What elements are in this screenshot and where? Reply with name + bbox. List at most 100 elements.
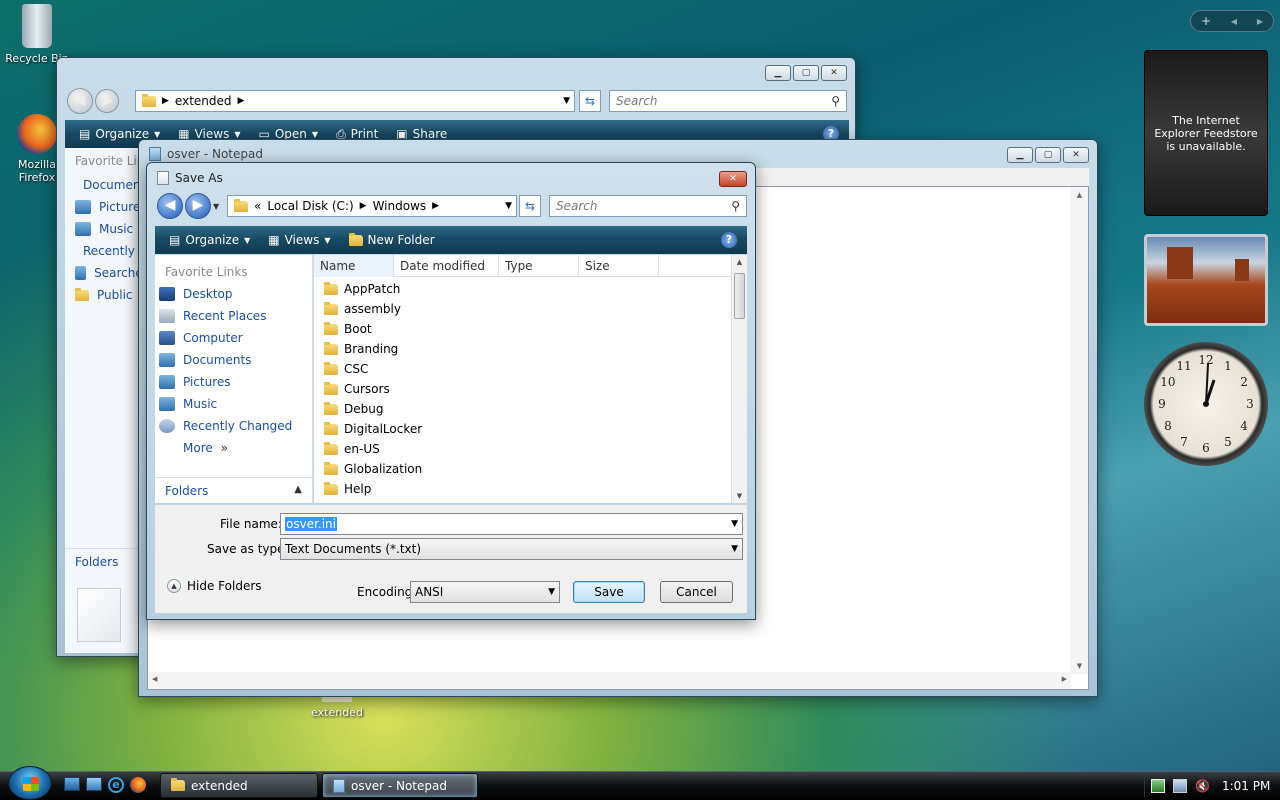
favorite-link-pictures[interactable]: Pictures [159, 371, 312, 393]
explorer-search-input[interactable]: Search ⚲ [609, 90, 847, 112]
minimize-button[interactable]: ▁ [1007, 147, 1033, 163]
maximize-button[interactable]: ▢ [1035, 147, 1061, 163]
clock-face: 12 12 3 45678 9 1011 [1158, 353, 1254, 455]
chevron-down-icon[interactable]: ▼ [731, 514, 738, 534]
column-header-date[interactable]: Date modified [394, 255, 499, 277]
list-item[interactable]: Debug [314, 399, 731, 419]
column-header-size[interactable]: Size [579, 255, 659, 277]
list-item[interactable]: Help [314, 479, 731, 499]
scroll-up-icon[interactable]: ▲ [1071, 187, 1088, 199]
favorite-link-recently-changed[interactable]: Recently Changed [159, 415, 312, 437]
save-button[interactable]: Save [573, 581, 645, 603]
organize-button[interactable]: ▤ Organize ▼ [163, 233, 256, 247]
explorer-address-bar[interactable]: ▶ extended ▶ ▼ [135, 90, 575, 112]
maximize-button[interactable]: ▢ [793, 65, 819, 81]
favorite-link-computer[interactable]: Computer [159, 327, 312, 349]
desktop-icon-recycle-bin[interactable]: Recycle Bin [2, 4, 72, 65]
hide-folders-button[interactable]: ▲ Hide Folders [167, 579, 262, 593]
cancel-button[interactable]: Cancel [660, 581, 733, 603]
vertical-scrollbar[interactable]: ▲ ▼ [1071, 187, 1088, 674]
save-as-type-select[interactable]: Text Documents (*.txt) ▼ [280, 538, 743, 560]
network-icon[interactable] [1173, 779, 1187, 793]
taskbar-item-extended[interactable]: extended [160, 773, 318, 798]
double-chevron-icon: » [220, 441, 229, 455]
scroll-left-icon[interactable]: ◀ [152, 675, 157, 683]
list-item[interactable]: en-US [314, 439, 731, 459]
close-button[interactable]: ✕ [1063, 147, 1089, 163]
internet-explorer-icon[interactable]: e [108, 777, 124, 793]
back-button[interactable]: ◀ [157, 193, 183, 219]
scroll-thumb[interactable] [734, 273, 745, 319]
folders-toggle[interactable]: Folders ▲ [155, 477, 312, 503]
scroll-up-icon[interactable]: ▲ [732, 255, 747, 266]
file-list-scrollbar[interactable]: ▲ ▼ [731, 255, 747, 503]
forward-button[interactable]: ▶ [95, 89, 119, 113]
refresh-button[interactable]: ⇆ [579, 90, 601, 112]
back-button[interactable]: ◀ [67, 88, 93, 114]
refresh-button[interactable]: ⇆ [519, 195, 541, 217]
dialog-search-input[interactable]: Search ⚲ [549, 195, 747, 217]
favorite-link-music[interactable]: Music [159, 393, 312, 415]
breadcrumb-disk[interactable]: Local Disk (C:) [267, 199, 353, 213]
pictures-icon [75, 200, 91, 214]
favorite-links-pane: Favorite Links Desktop Recent Places Com… [155, 255, 313, 503]
file-name-label: File name: [220, 517, 282, 531]
folder-icon [75, 287, 89, 301]
list-item[interactable]: assembly [314, 299, 731, 319]
taskbar-item-notepad[interactable]: osver - Notepad [322, 773, 478, 798]
slideshow-gadget[interactable] [1144, 234, 1268, 326]
dialog-address-bar[interactable]: « Local Disk (C:) ▶ Windows ▶ ▼ [227, 195, 517, 217]
forward-button[interactable]: ▶ [185, 193, 211, 219]
close-button[interactable]: ✕ [821, 65, 847, 81]
list-item[interactable]: Globalization [314, 459, 731, 479]
dialog-toolbar: ▤ Organize ▼ ▦ Views ▼ New Folder ? [155, 226, 747, 254]
next-icon[interactable]: ▶ [1257, 17, 1263, 26]
scroll-down-icon[interactable]: ▼ [1071, 662, 1088, 670]
switch-windows-icon[interactable] [86, 777, 102, 791]
scroll-right-icon[interactable]: ▶ [1062, 675, 1067, 683]
column-header-name[interactable]: Name [314, 255, 394, 277]
clock-gadget[interactable]: 12 1 2 3 4 5 6 7 8 9 10 11 [1144, 342, 1268, 466]
favorite-link-recent-places[interactable]: Recent Places [159, 305, 312, 327]
column-header-type[interactable]: Type [499, 255, 579, 277]
desktop-icon [159, 287, 175, 301]
file-name-input[interactable]: osver.ini ▼ [280, 513, 743, 535]
horizontal-scrollbar[interactable]: ◀ ▶ [148, 672, 1071, 689]
sidebar-tray-icon[interactable] [1151, 779, 1165, 793]
new-folder-button[interactable]: New Folder [343, 232, 441, 247]
add-gadget-icon[interactable]: + [1201, 14, 1211, 28]
clock-numeral: 9 [1158, 397, 1166, 411]
start-button[interactable] [8, 766, 52, 800]
explorer-nav: ◀ ▶ [67, 88, 119, 114]
chevron-up-icon: ▲ [294, 484, 302, 495]
list-item[interactable]: Cursors [314, 379, 731, 399]
encoding-select[interactable]: ANSI ▼ [410, 581, 560, 603]
chevron-down-icon[interactable]: ▼ [563, 96, 570, 106]
chevron-down-icon[interactable]: ▼ [505, 201, 512, 211]
volume-muted-icon[interactable]: 🔇 [1195, 779, 1210, 793]
list-item[interactable]: DigitalLocker [314, 419, 731, 439]
clock-time[interactable]: 1:01 PM [1222, 779, 1270, 793]
list-item[interactable]: AppPatch [314, 279, 731, 299]
feed-headlines-gadget[interactable]: The Internet Explorer Feedstore is unava… [1144, 50, 1268, 216]
list-item[interactable]: Branding [314, 339, 731, 359]
scroll-down-icon[interactable]: ▼ [732, 492, 747, 500]
views-button[interactable]: ▦ Views ▼ [262, 233, 336, 247]
list-item[interactable]: CSC [314, 359, 731, 379]
desktop-icon-label: extended [311, 706, 363, 719]
list-item[interactable]: Boot [314, 319, 731, 339]
firefox-icon[interactable] [130, 777, 146, 793]
folder-icon [324, 301, 338, 315]
more-links-button[interactable]: More» [159, 437, 312, 459]
close-button[interactable]: ✕ [719, 171, 747, 187]
minimize-button[interactable]: ▁ [765, 65, 791, 81]
previous-icon[interactable]: ◀ [1231, 17, 1237, 26]
explorer-folders-label[interactable]: Folders [65, 548, 149, 575]
favorite-link-documents[interactable]: Documents [159, 349, 312, 371]
history-dropdown-icon[interactable]: ▼ [213, 202, 219, 211]
chevron-right-icon: ▶ [162, 96, 169, 106]
show-desktop-icon[interactable] [64, 777, 80, 791]
help-icon[interactable]: ? [721, 232, 737, 248]
breadcrumb-folder[interactable]: Windows [373, 199, 427, 213]
favorite-link-desktop[interactable]: Desktop [159, 283, 312, 305]
